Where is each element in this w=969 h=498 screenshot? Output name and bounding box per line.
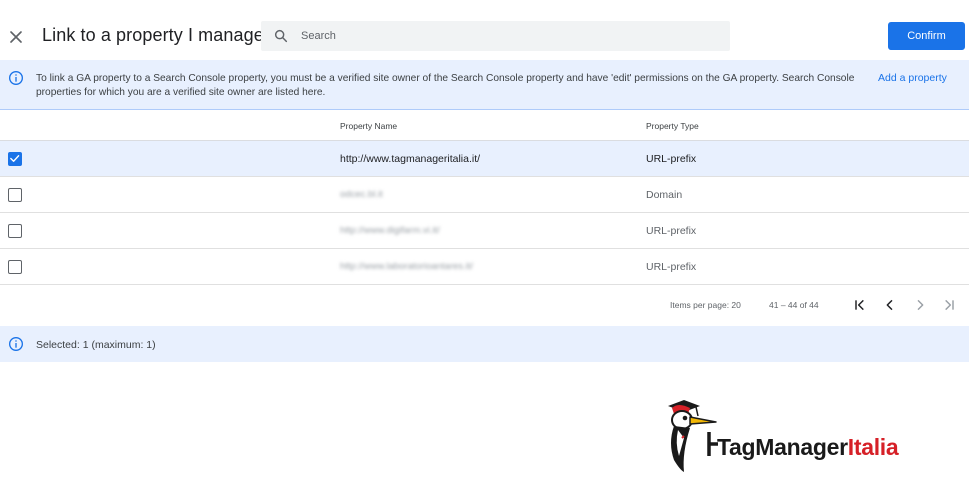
info-text: To link a GA property to a Search Consol… [36, 73, 855, 98]
info-icon [9, 71, 23, 85]
property-name: http://www.tagmanageritalia.it/ [340, 153, 481, 165]
previous-page-icon[interactable] [882, 297, 898, 313]
selection-status-text: Selected: 1 (maximum: 1) [36, 339, 156, 351]
property-type: URL-prefix [646, 261, 697, 273]
tagmanageritalia-logo: TagManagerItalia [660, 398, 940, 473]
search-input[interactable] [301, 21, 721, 51]
property-type: URL-prefix [646, 153, 697, 165]
row-checkbox[interactable] [8, 260, 22, 274]
logo-wordmark: TagManagerItalia [717, 434, 899, 461]
last-page-icon[interactable] [941, 297, 957, 313]
table-row[interactable]: http://www.digifarm.vi.it/ URL-prefix [0, 213, 969, 249]
property-name: http://www.digifarm.vi.it/ [340, 225, 440, 236]
table-row[interactable]: http://www.laboratorioantares.it/ URL-pr… [0, 249, 969, 285]
add-property-link[interactable]: Add a property [878, 72, 947, 84]
first-page-icon[interactable] [852, 297, 868, 313]
search-icon [274, 29, 288, 43]
logo-word-italia: Italia [847, 434, 899, 460]
row-checkbox-checked[interactable] [8, 152, 22, 166]
woodpecker-mascot-icon [668, 400, 718, 472]
search-box[interactable] [261, 21, 730, 51]
info-banner: To link a GA property to a Search Consol… [0, 60, 969, 110]
property-table: Property Name Property Type http://www.t… [0, 111, 969, 285]
items-per-page[interactable]: Items per page: 20 [670, 300, 741, 310]
property-name: odcec.bl.it [340, 189, 383, 200]
checkmark-icon [10, 155, 20, 162]
property-type: Domain [646, 189, 683, 201]
page-range: 41 – 44 of 44 [769, 300, 819, 310]
table-row[interactable]: odcec.bl.it Domain [0, 177, 969, 213]
table-header: Property Name Property Type [0, 111, 969, 141]
table-row[interactable]: http://www.tagmanageritalia.it/ URL-pref… [0, 141, 969, 177]
row-checkbox[interactable] [8, 224, 22, 238]
paginator: Items per page: 20 41 – 44 of 44 [0, 284, 969, 326]
close-icon[interactable] [6, 27, 26, 47]
next-page-icon[interactable] [912, 297, 928, 313]
page-title: Link to a property I manage [42, 25, 264, 45]
confirm-button[interactable]: Confirm [888, 22, 965, 50]
property-name: http://www.laboratorioantares.it/ [340, 261, 474, 272]
info-icon [9, 337, 23, 351]
column-header-property-type[interactable]: Property Type [646, 121, 699, 131]
selection-status-bar: Selected: 1 (maximum: 1) [0, 326, 969, 362]
logo-word-tagmanager: TagManager [717, 434, 848, 460]
property-type: URL-prefix [646, 225, 697, 237]
row-checkbox[interactable] [8, 188, 22, 202]
column-header-property-name[interactable]: Property Name [340, 121, 397, 131]
